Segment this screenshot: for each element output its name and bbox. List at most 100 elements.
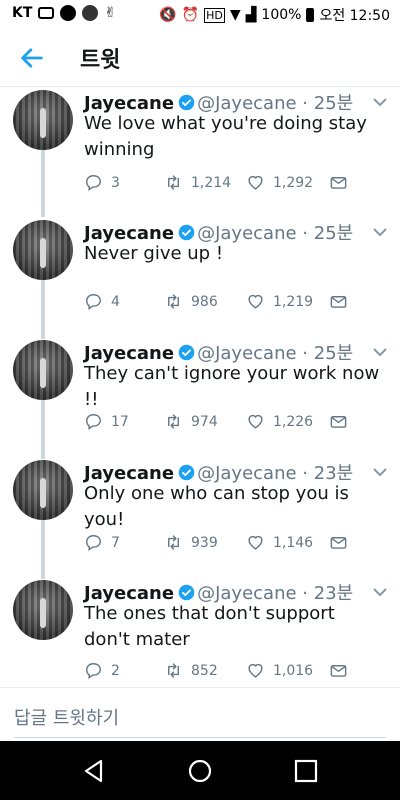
back-triangle-icon[interactable] <box>80 757 108 785</box>
share-button[interactable] <box>329 173 348 192</box>
tweet-text: The ones that don't support don't mater <box>84 603 335 650</box>
chevron-down-icon[interactable] <box>372 227 388 237</box>
mute-icon: 🔇 <box>159 7 177 23</box>
retweet-count: 939 <box>191 534 218 551</box>
retweet-icon <box>168 535 179 550</box>
tweet-text: They can't ignore your work now !! <box>84 363 380 410</box>
avatar[interactable] <box>13 90 73 150</box>
tweet-item[interactable]: Jayecane @Jayecane · 23분 The ones that do… <box>0 577 400 687</box>
page-title: 트윗 <box>80 48 121 73</box>
verified-badge-icon <box>178 94 195 111</box>
avatar[interactable] <box>13 580 73 640</box>
retweet-icon <box>168 294 179 309</box>
avatar[interactable] <box>13 220 73 280</box>
reply-icon <box>86 663 101 680</box>
app-bar: 트윗 <box>0 28 400 87</box>
tweet-text: We love what you're doing stay winning <box>84 113 367 160</box>
retweet-count: 1,214 <box>191 174 232 191</box>
retweet-icon <box>168 175 179 190</box>
reply-count: 17 <box>111 413 129 430</box>
chevron-down-icon[interactable] <box>372 467 388 477</box>
tweet-text: Never give up ! <box>84 243 224 264</box>
reply-button[interactable]: 7 <box>84 533 120 552</box>
like-count: 1,226 <box>273 413 314 430</box>
verified-badge-icon <box>178 224 195 241</box>
chevron-down-icon[interactable] <box>372 97 388 107</box>
tweet-actions: 17 974 1,226 <box>84 412 374 432</box>
like-count: 1,219 <box>273 293 314 310</box>
retweet-button[interactable]: 974 <box>164 412 218 431</box>
share-icon <box>330 296 347 308</box>
reply-count: 2 <box>111 662 120 679</box>
arrow-left-icon[interactable] <box>18 44 46 72</box>
reply-icon <box>86 535 101 552</box>
heart-icon <box>248 294 263 309</box>
retweet-button[interactable]: 986 <box>164 292 218 311</box>
reply-count: 3 <box>111 174 120 191</box>
reply-count: 7 <box>111 534 120 551</box>
like-button[interactable]: 1,292 <box>246 173 313 192</box>
share-button[interactable] <box>329 661 348 680</box>
retweet-button[interactable]: 1,214 <box>164 173 231 192</box>
avatar[interactable] <box>13 340 73 400</box>
reply-count: 4 <box>111 293 120 310</box>
like-button[interactable]: 1,016 <box>246 661 313 680</box>
input-underline <box>14 737 386 738</box>
app-notification-icon <box>60 5 77 21</box>
carrier-label: KT <box>12 5 33 21</box>
heart-icon <box>248 175 263 190</box>
chevron-down-icon[interactable] <box>372 587 388 597</box>
like-button[interactable]: 1,146 <box>246 533 313 552</box>
wifi-icon: ▼ <box>229 7 241 23</box>
retweet-count: 986 <box>191 293 218 310</box>
like-count: 1,146 <box>273 534 314 551</box>
share-button[interactable] <box>329 533 348 552</box>
home-circle-icon[interactable] <box>186 757 214 785</box>
tweet-item[interactable]: Jayecane @Jayecane · 25분 They can't ignor… <box>0 337 400 447</box>
reply-button[interactable]: 17 <box>84 412 129 431</box>
tweet-item[interactable]: Jayecane @Jayecane · 23분 Only one who can… <box>0 457 400 567</box>
share-button[interactable] <box>329 292 348 311</box>
reply-button[interactable]: 4 <box>84 292 120 311</box>
chevron-down-icon[interactable] <box>372 347 388 357</box>
like-button[interactable]: 1,219 <box>246 292 313 311</box>
reply-input[interactable]: 답글 트윗하기 <box>14 704 119 730</box>
like-button[interactable]: 1,226 <box>246 412 313 431</box>
recents-square-icon[interactable] <box>292 757 320 785</box>
avatar[interactable] <box>13 460 73 520</box>
battery-icon <box>306 8 315 22</box>
share-button[interactable] <box>329 412 348 431</box>
retweet-count: 852 <box>191 662 218 679</box>
reply-icon <box>86 294 101 311</box>
heart-icon <box>248 414 263 429</box>
system-nav-bar <box>0 741 400 800</box>
like-count: 1,292 <box>273 174 314 191</box>
verified-badge-icon <box>178 464 195 481</box>
tweet-item[interactable]: Jayecane @Jayecane · 25분 We love what you… <box>0 87 400 207</box>
reply-composer[interactable]: 답글 트윗하기 <box>0 687 400 742</box>
share-icon <box>330 537 347 549</box>
reply-icon <box>86 175 101 192</box>
reply-button[interactable]: 2 <box>84 661 120 680</box>
retweet-button[interactable]: 939 <box>164 533 218 552</box>
tweet-actions: 4 986 1,219 <box>84 292 374 312</box>
share-icon <box>330 665 347 677</box>
battery-percent: 100% <box>261 7 302 23</box>
victory-hand-icon: ✌ <box>104 5 117 21</box>
retweet-button[interactable]: 852 <box>164 661 218 680</box>
like-count: 1,016 <box>273 662 314 679</box>
tweet-thread[interactable]: Jayecane @Jayecane · 25분 We love what you… <box>0 87 400 687</box>
tweet-actions: 3 1,214 1,292 <box>84 173 374 193</box>
reply-button[interactable]: 3 <box>84 173 120 192</box>
heart-icon <box>248 663 263 678</box>
verified-badge-icon <box>178 344 195 361</box>
signal-icon: ▟ <box>245 7 257 23</box>
retweet-icon <box>168 414 179 429</box>
tweet-actions: 2 852 1,016 <box>84 661 374 681</box>
status-bar: KT ✌ 🔇 ⏰ HD ▼ ▟ 100% 오전 12:50 <box>0 0 400 28</box>
tweet-item[interactable]: Jayecane @Jayecane · 25분 Never give up ! … <box>0 217 400 327</box>
clock: 오전 12:50 <box>319 8 390 24</box>
message-notification-icon <box>38 7 55 19</box>
tweet-actions: 7 939 1,146 <box>84 533 374 553</box>
app-notification-icon-2 <box>82 5 99 21</box>
